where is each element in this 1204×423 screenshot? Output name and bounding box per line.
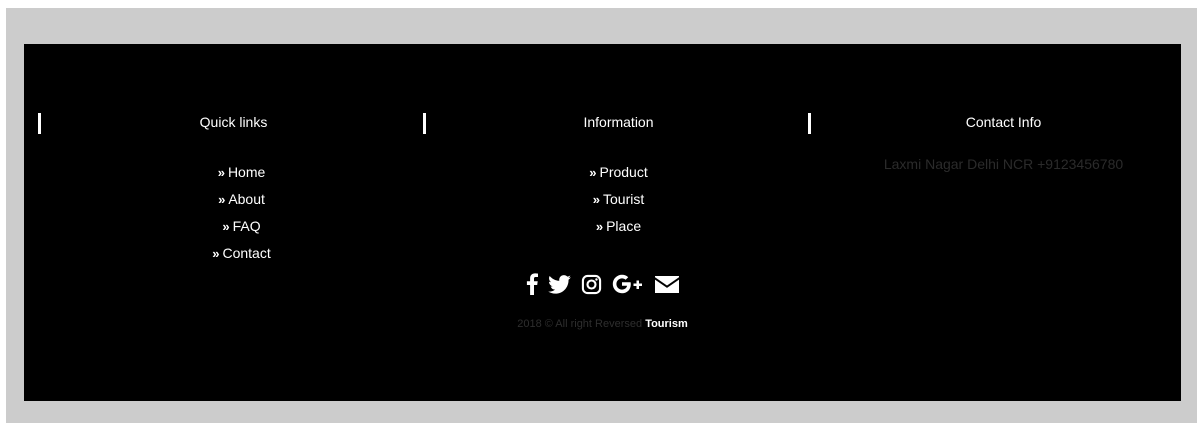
- copyright-notice: 2018 © All right Reversed Tourism: [24, 318, 1181, 330]
- facebook-icon[interactable]: [526, 273, 538, 295]
- chevron-double-right-icon: »: [222, 219, 230, 234]
- copyright-brand-link[interactable]: Tourism: [645, 318, 688, 330]
- footer-link-about[interactable]: » About: [38, 186, 445, 213]
- footer-link-home[interactable]: » Home: [38, 159, 445, 186]
- twitter-icon[interactable]: [547, 274, 571, 294]
- chevron-double-right-icon: »: [218, 192, 226, 207]
- chevron-double-right-icon: »: [589, 165, 597, 180]
- footer-link-faq[interactable]: » FAQ: [38, 213, 445, 240]
- google-plus-icon[interactable]: [612, 274, 644, 294]
- link-label: Home: [227, 164, 266, 180]
- quick-links-list: » Home » About » FAQ » Contact: [38, 159, 445, 267]
- mail-icon[interactable]: [654, 275, 680, 294]
- information-title: Information: [583, 114, 654, 130]
- instagram-icon[interactable]: [581, 274, 602, 295]
- link-label: Contact: [222, 245, 271, 261]
- information-section: Information » Product » Tourist » Place: [423, 110, 808, 260]
- quick-links-section: Quick links » Home » About » FAQ » Contact: [38, 110, 423, 261]
- link-label: Tourist: [603, 191, 645, 207]
- contact-address-phone: Laxmi Nagar Delhi NCR +9123456780: [883, 156, 1124, 172]
- footer-link-contact[interactable]: » Contact: [38, 240, 445, 267]
- chevron-double-right-icon: »: [212, 246, 220, 261]
- link-label: FAQ: [232, 218, 261, 234]
- footer-link-tourist[interactable]: » Tourist: [429, 186, 808, 213]
- social-icons-row: [24, 270, 1181, 298]
- quick-links-title: Quick links: [199, 114, 268, 130]
- copyright-text: 2018 © All right Reversed: [517, 318, 643, 330]
- link-label: Place: [606, 218, 642, 234]
- information-list: » Product » Tourist » Place: [429, 159, 808, 240]
- contact-info-title: Contact Info: [965, 114, 1042, 130]
- section-divider-bar: [423, 113, 426, 134]
- section-divider-bar: [38, 113, 41, 134]
- chevron-double-right-icon: »: [595, 219, 604, 234]
- section-divider-bar: [808, 113, 811, 134]
- site-footer: Quick links » Home » About » FAQ » Contact I…: [24, 44, 1181, 401]
- contact-info-section: Contact Info Laxmi Nagar Delhi NCR +9123…: [808, 110, 1193, 260]
- link-label: Product: [599, 164, 648, 180]
- footer-link-product[interactable]: » Product: [429, 159, 808, 186]
- link-label: About: [228, 191, 265, 207]
- footer-link-place[interactable]: » Place: [429, 213, 808, 240]
- chevron-double-right-icon: »: [217, 165, 225, 180]
- chevron-double-right-icon: »: [592, 192, 600, 207]
